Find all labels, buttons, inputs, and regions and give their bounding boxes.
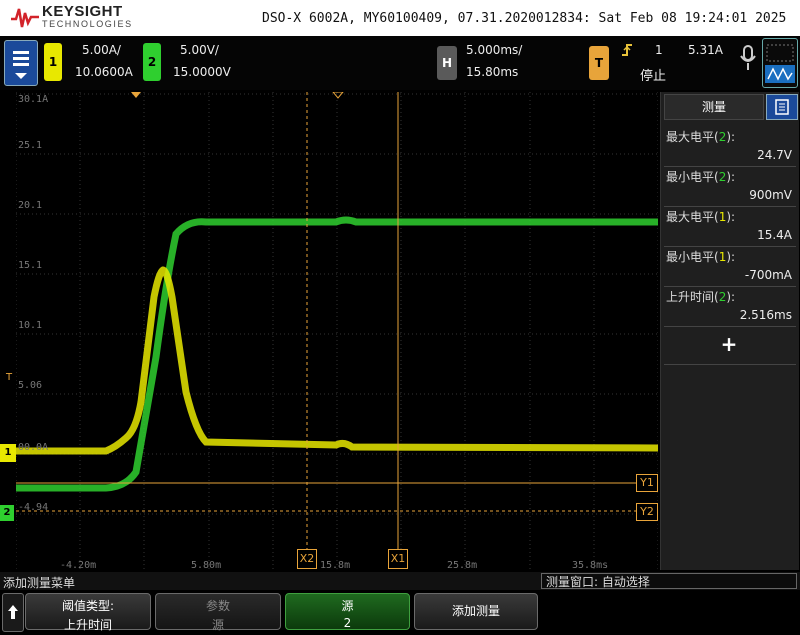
measurement-label[interactable]: 最小电平(1): (666, 248, 735, 265)
measurement-label[interactable]: 最大电平(1): (666, 208, 735, 225)
cursor-x2-tag[interactable]: X2 (297, 549, 317, 569)
tab-measurements[interactable]: 测量 (664, 94, 764, 120)
horizontal-delay: 15.80ms (466, 65, 519, 79)
waveform-display[interactable] (16, 92, 658, 570)
divider (664, 206, 796, 207)
delay-marker (332, 92, 344, 99)
y-axis-label: 30.1A (18, 94, 49, 105)
channel-2-ground-marker[interactable]: 2 (0, 505, 14, 521)
instrument-title: DSO-X 6002A, MY60100409, 07.31.202001283… (262, 11, 787, 26)
channel-2-button[interactable]: 2 (143, 43, 161, 81)
brand-name: KEYSIGHT (42, 3, 123, 20)
softkey-source[interactable]: 源2 (285, 593, 410, 630)
cursor-y1-tag[interactable]: Y1 (636, 474, 658, 492)
x-axis-label: 5.80m (191, 560, 222, 571)
trigger-button[interactable]: T (589, 46, 609, 80)
y-axis-label: 00.0A (18, 442, 49, 453)
softkey-add-measurement[interactable]: 添加测量 (414, 593, 538, 630)
divider (664, 326, 796, 327)
y-axis-label: 15.1 (18, 260, 43, 271)
divider (664, 246, 796, 247)
ch2-offset: 15.0000V (173, 65, 231, 79)
main-menu-button[interactable] (4, 40, 38, 86)
brand-sub: TECHNOLOGIES (42, 19, 133, 29)
keysight-logo-icon (11, 8, 39, 28)
channel-1-ground-marker[interactable]: 1 (0, 444, 16, 462)
panel-list-button[interactable] (766, 94, 798, 120)
horizontal-scale: 5.000ms/ (466, 43, 523, 57)
measurement-value: 900mV (749, 188, 792, 202)
cursor-x1-tag[interactable]: X1 (388, 549, 408, 569)
y-axis-label: -4.94 (18, 502, 49, 513)
x-axis-label: -4.20m (60, 560, 97, 571)
measurement-value: 2.516ms (739, 308, 792, 322)
measurement-label[interactable]: 最小电平(2): (666, 168, 735, 185)
rising-edge-icon (622, 44, 632, 56)
softkey-threshold-type[interactable]: 阈值类型: 上升时间 (25, 593, 151, 632)
status-message: 添加测量菜单 (3, 576, 76, 590)
back-button[interactable] (2, 593, 24, 632)
measurement-value: -700mA (744, 268, 792, 282)
measurement-label[interactable]: 上升时间(2): (666, 288, 735, 305)
ch1-offset: 10.0600A (75, 65, 133, 79)
autoscale-button[interactable] (762, 38, 798, 88)
autoscale-icon (765, 44, 795, 83)
trigger-source: 1 (655, 43, 663, 57)
run-state: 停止 (640, 69, 667, 84)
y-axis-label: 20.1 (18, 200, 43, 211)
cursor-y2-tag[interactable]: Y2 (636, 503, 658, 521)
ch1-scale: 5.00A/ (82, 43, 121, 57)
divider (664, 286, 796, 287)
x-axis-label: 25.8m (447, 560, 478, 571)
measurement-value: 15.4A (757, 228, 792, 242)
microphone-icon[interactable] (738, 44, 758, 74)
divider (664, 364, 796, 365)
list-icon (775, 99, 789, 115)
measurement-window-status: 测量窗口: 自动选择 (541, 573, 797, 589)
softkey-parameter-source[interactable]: 参数源 (155, 593, 281, 632)
ch2-scale: 5.00V/ (180, 43, 219, 57)
measurement-label[interactable]: 最大电平(2): (666, 128, 735, 145)
trigger-level: 5.31A (688, 43, 723, 57)
channel-1-button[interactable]: 1 (44, 43, 62, 81)
measurement-panel (660, 92, 799, 570)
trigger-level-marker[interactable]: T (6, 372, 12, 383)
trigger-position-marker (131, 92, 141, 98)
up-arrow-icon (8, 605, 18, 619)
y-axis-label: 5.06 (18, 380, 43, 391)
y-axis-label: 10.1 (18, 320, 43, 331)
x-axis-label: 15.8m (320, 560, 351, 571)
y-axis-label: 25.1 (18, 140, 43, 151)
add-measurement-icon[interactable]: + (716, 332, 742, 356)
horizontal-button[interactable]: H (437, 46, 457, 80)
waveform-graticule (16, 92, 658, 570)
measurement-value: 24.7V (757, 148, 792, 162)
x-axis-label: 35.8ms (572, 560, 609, 571)
menu-icon (13, 51, 29, 79)
divider (664, 166, 796, 167)
